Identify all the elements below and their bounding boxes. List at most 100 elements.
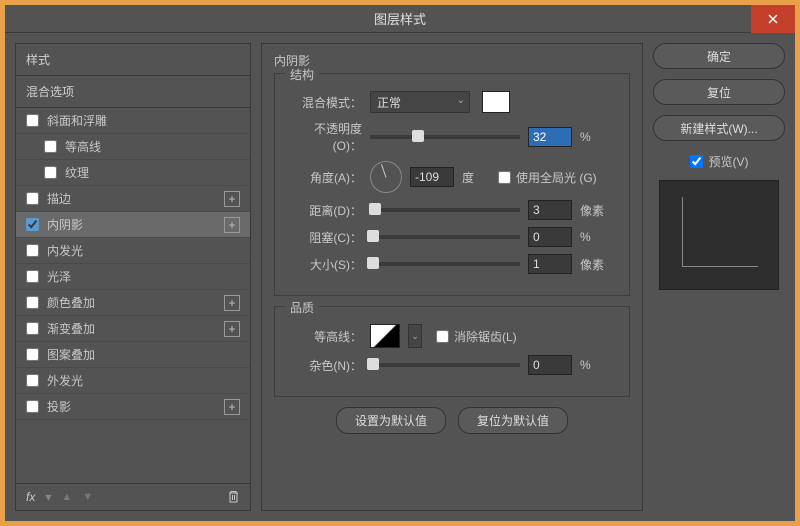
quality-fieldset: 品质 等高线： ⌄ 消除锯齿(L) 杂色(N)： % (274, 306, 630, 397)
panel-title: 内阴影 (274, 52, 630, 69)
opacity-slider[interactable] (370, 135, 520, 139)
preview-thumbnail (659, 180, 779, 290)
add-effect-icon[interactable]: + (224, 321, 240, 337)
global-light-checkbox[interactable]: 使用全局光 (G) (498, 169, 597, 186)
style-checkbox[interactable] (26, 244, 39, 257)
choke-label: 阻塞(C)： (287, 229, 362, 246)
noise-slider[interactable] (370, 363, 520, 367)
style-item-label: 颜色叠加 (47, 294, 224, 311)
add-effect-icon[interactable]: + (224, 191, 240, 207)
ok-button[interactable]: 确定 (653, 43, 785, 69)
blend-mode-value: 正常 (377, 96, 401, 110)
style-item-label: 纹理 (65, 164, 240, 181)
antialias-label: 消除锯齿(L) (454, 328, 517, 345)
chevron-down-icon: ▾ (45, 490, 51, 504)
style-checkbox[interactable] (44, 166, 57, 179)
style-item-label: 渐变叠加 (47, 320, 224, 337)
make-default-button[interactable]: 设置为默认值 (336, 407, 446, 434)
distance-label: 距离(D)： (287, 202, 362, 219)
style-item-label: 等高线 (65, 138, 240, 155)
structure-fieldset: 结构 混合模式： 正常 ⌄ 不透明度(O)： % 角度(A)： (274, 73, 630, 296)
styles-footer: fx ▾ ▲ ▼ (16, 483, 250, 510)
trash-icon[interactable] (227, 490, 240, 504)
arrow-up-icon[interactable]: ▲ (61, 491, 72, 503)
opacity-label: 不透明度(O)： (287, 120, 362, 154)
style-checkbox[interactable] (26, 192, 39, 205)
style-item-9[interactable]: 图案叠加 (16, 342, 250, 368)
noise-input[interactable] (528, 355, 572, 375)
global-light-label: 使用全局光 (G) (516, 169, 597, 186)
style-item-label: 内阴影 (47, 216, 224, 233)
choke-slider[interactable] (370, 235, 520, 239)
angle-dial[interactable] (370, 161, 402, 193)
style-checkbox[interactable] (44, 140, 57, 153)
style-item-1[interactable]: 等高线 (16, 134, 250, 160)
angle-input[interactable] (410, 167, 454, 187)
style-item-5[interactable]: 内发光 (16, 238, 250, 264)
contour-dropdown[interactable]: ⌄ (408, 324, 422, 348)
new-style-button[interactable]: 新建样式(W)... (653, 115, 785, 141)
distance-input[interactable] (528, 200, 572, 220)
preview-shape (682, 197, 758, 267)
add-effect-icon[interactable]: + (224, 217, 240, 233)
reset-default-button[interactable]: 复位为默认值 (458, 407, 568, 434)
dialog-content: 样式 混合选项 斜面和浮雕等高线纹理描边+内阴影+内发光光泽颜色叠加+渐变叠加+… (5, 33, 795, 521)
style-checkbox[interactable] (26, 322, 39, 335)
opacity-input[interactable] (528, 127, 572, 147)
preview-checkbox[interactable]: 预览(V) (653, 153, 785, 170)
style-checkbox[interactable] (26, 374, 39, 387)
structure-legend: 结构 (285, 66, 319, 83)
style-checkbox[interactable] (26, 400, 39, 413)
styles-panel: 样式 混合选项 斜面和浮雕等高线纹理描边+内阴影+内发光光泽颜色叠加+渐变叠加+… (15, 43, 251, 511)
style-item-label: 斜面和浮雕 (47, 112, 240, 129)
style-checkbox[interactable] (26, 218, 39, 231)
size-label: 大小(S)： (287, 256, 362, 273)
contour-picker[interactable] (370, 324, 400, 348)
blend-options-header[interactable]: 混合选项 (16, 76, 250, 108)
style-item-7[interactable]: 颜色叠加+ (16, 290, 250, 316)
style-item-2[interactable]: 纹理 (16, 160, 250, 186)
style-item-4[interactable]: 内阴影+ (16, 212, 250, 238)
blend-mode-label: 混合模式： (287, 94, 362, 111)
close-button[interactable] (751, 5, 795, 33)
style-item-11[interactable]: 投影+ (16, 394, 250, 420)
settings-panel: 内阴影 结构 混合模式： 正常 ⌄ 不透明度(O)： % (261, 43, 643, 511)
angle-unit: 度 (462, 169, 490, 186)
style-item-3[interactable]: 描边+ (16, 186, 250, 212)
style-item-label: 外发光 (47, 372, 240, 389)
style-item-0[interactable]: 斜面和浮雕 (16, 108, 250, 134)
fx-label[interactable]: fx (26, 490, 35, 504)
size-input[interactable] (528, 254, 572, 274)
arrow-down-icon[interactable]: ▼ (82, 491, 93, 503)
quality-legend: 品质 (285, 299, 319, 316)
style-item-label: 图案叠加 (47, 346, 240, 363)
add-effect-icon[interactable]: + (224, 399, 240, 415)
distance-unit: 像素 (580, 202, 608, 219)
distance-slider[interactable] (370, 208, 520, 212)
choke-input[interactable] (528, 227, 572, 247)
style-item-6[interactable]: 光泽 (16, 264, 250, 290)
titlebar: 图层样式 (5, 5, 795, 33)
chevron-down-icon: ⌄ (457, 95, 465, 106)
opacity-unit: % (580, 130, 608, 144)
style-list: 斜面和浮雕等高线纹理描边+内阴影+内发光光泽颜色叠加+渐变叠加+图案叠加外发光投… (16, 108, 250, 483)
style-item-10[interactable]: 外发光 (16, 368, 250, 394)
style-checkbox[interactable] (26, 348, 39, 361)
style-checkbox[interactable] (26, 114, 39, 127)
style-checkbox[interactable] (26, 270, 39, 283)
size-slider[interactable] (370, 262, 520, 266)
close-icon (768, 14, 778, 24)
style-item-label: 描边 (47, 190, 224, 207)
style-item-8[interactable]: 渐变叠加+ (16, 316, 250, 342)
action-panel: 确定 复位 新建样式(W)... 预览(V) (653, 43, 785, 511)
choke-unit: % (580, 230, 608, 244)
add-effect-icon[interactable]: + (224, 295, 240, 311)
cancel-button[interactable]: 复位 (653, 79, 785, 105)
antialias-checkbox[interactable]: 消除锯齿(L) (436, 328, 517, 345)
style-item-label: 光泽 (47, 268, 240, 285)
blend-mode-select[interactable]: 正常 ⌄ (370, 91, 470, 113)
color-picker[interactable] (482, 91, 510, 113)
styles-header: 样式 (16, 44, 250, 76)
style-checkbox[interactable] (26, 296, 39, 309)
noise-unit: % (580, 358, 608, 372)
